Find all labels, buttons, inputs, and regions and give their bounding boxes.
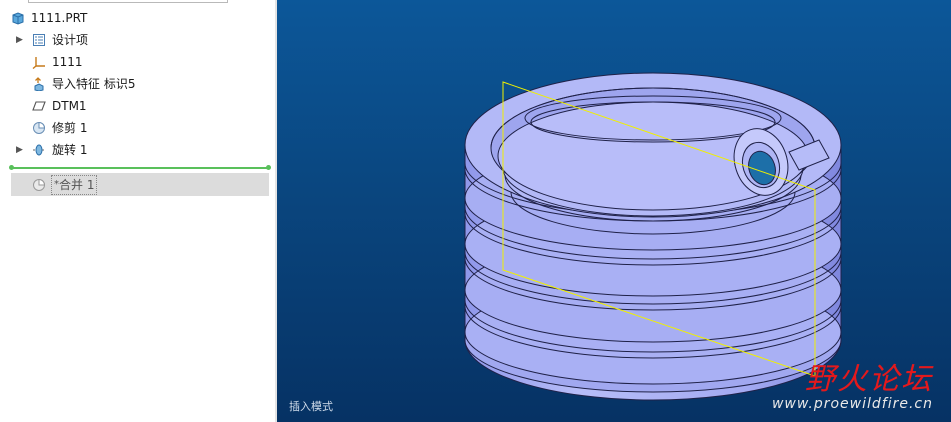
revolve-icon (33, 144, 45, 156)
tree-item-label: 修剪 1 (52, 121, 88, 135)
tree-item-label: 导入特征 标识5 (52, 77, 136, 91)
status-text: 插入模式 (289, 400, 333, 413)
tree-item-label: DTM1 (52, 99, 87, 113)
merge-label: *合并 1 (51, 175, 98, 195)
threaded-coil-model (464, 72, 842, 401)
expand-arrow-icon[interactable]: ▶ (16, 140, 26, 160)
insert-here-marker[interactable] (9, 165, 271, 170)
tree-item-label: 合并 1 (59, 178, 95, 192)
coordinate-system-icon (32, 57, 45, 69)
import-feature-icon (34, 77, 44, 91)
model-tree-panel: 1111.PRT ▶ 设计项 1111 导入特征 标识5 DTM1 修剪 1 ▶… (0, 0, 275, 422)
tree-node-datum-plane[interactable]: DTM1 (0, 96, 275, 116)
search-field-edge[interactable] (28, 0, 228, 3)
tree-item-label: 1111 (52, 55, 83, 69)
watermark-url: www.proewildfire.cn (771, 396, 933, 412)
tree-node-part[interactable]: 1111.PRT (0, 8, 275, 28)
tree-node-csys[interactable]: 1111 (0, 52, 275, 72)
tree-node-revolve[interactable]: ▶ 旋转 1 (0, 140, 275, 160)
datum-plane-icon (32, 101, 46, 111)
expand-arrow-icon[interactable]: ▶ (16, 30, 26, 50)
trim-icon (33, 121, 46, 134)
design-items-icon (33, 34, 45, 46)
merge-icon (33, 178, 46, 191)
tree-node-design-items[interactable]: ▶ 设计项 (0, 30, 275, 50)
tree-node-merge[interactable]: *合并 1 (11, 173, 269, 196)
part-icon (12, 12, 24, 25)
watermark: 野火论坛 www.proewildfire.cn (771, 362, 933, 413)
graphics-viewport[interactable]: 插入模式 野火论坛 www.proewildfire.cn (277, 0, 951, 422)
tree-item-label: 旋转 1 (52, 143, 88, 157)
tree-node-import-feature[interactable]: 导入特征 标识5 (0, 74, 275, 94)
tree-node-trim[interactable]: 修剪 1 (0, 118, 275, 138)
tree-item-label: 设计项 (52, 33, 89, 47)
watermark-title: 野火论坛 (805, 362, 933, 397)
part-name: 1111.PRT (31, 11, 88, 25)
